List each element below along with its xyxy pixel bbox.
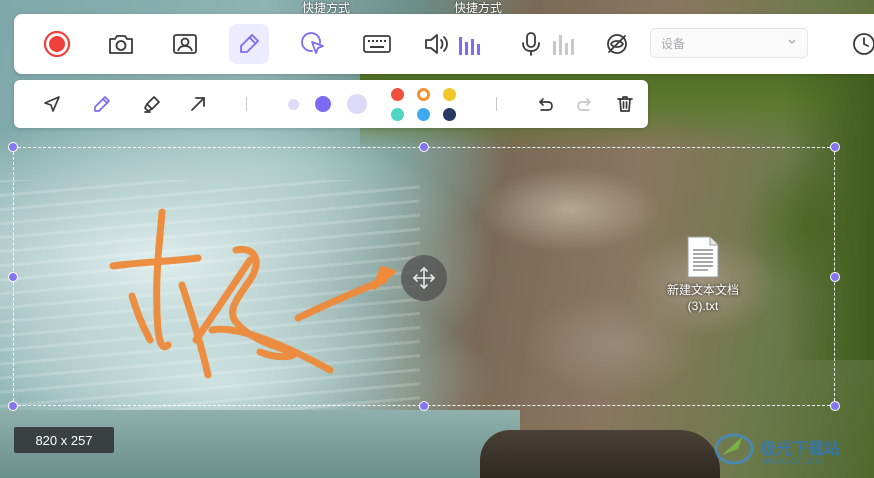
cursor-effect-button[interactable] xyxy=(293,24,333,64)
brush-size-large[interactable] xyxy=(347,94,367,114)
watermark-url: www.xz7.com xyxy=(762,456,824,467)
clear-button[interactable] xyxy=(611,90,639,118)
draw-button[interactable] xyxy=(229,24,269,64)
resize-handle-top-left[interactable] xyxy=(8,142,18,152)
brush-size-medium[interactable] xyxy=(315,96,331,112)
resize-handle-top[interactable] xyxy=(419,142,429,152)
timer-button[interactable] xyxy=(844,24,874,64)
resize-handle-bottom[interactable] xyxy=(419,401,429,411)
microphone-icon xyxy=(522,32,574,56)
move-handle[interactable] xyxy=(401,255,447,301)
main-toolbar: 设备 xyxy=(14,14,874,74)
marker-tool-button[interactable] xyxy=(138,90,166,118)
device-select-placeholder: 设备 xyxy=(661,36,686,51)
drawing-toolbar xyxy=(14,80,648,128)
color-swatch-blue[interactable] xyxy=(417,108,430,121)
screenshot-button[interactable] xyxy=(101,24,141,64)
move-arrows-icon xyxy=(413,267,435,289)
mic-level-bars-icon xyxy=(553,35,574,55)
resize-handle-top-right[interactable] xyxy=(830,142,840,152)
webcam-button[interactable] xyxy=(165,24,205,64)
undo-icon xyxy=(539,98,553,111)
audio-level-bars-icon xyxy=(459,37,480,55)
watermark: 极光下载站 www.xz7.com xyxy=(712,424,872,470)
system-audio-button[interactable] xyxy=(421,24,491,64)
keystroke-button[interactable] xyxy=(357,24,397,64)
pencil-icon xyxy=(94,96,110,112)
pencil-tool-button[interactable] xyxy=(88,90,116,118)
color-swatch-teal[interactable] xyxy=(391,108,404,121)
camera-icon xyxy=(109,35,133,54)
select-tool-button[interactable] xyxy=(38,90,66,118)
resize-handle-left[interactable] xyxy=(8,272,18,282)
hide-toolbar-button[interactable] xyxy=(597,24,637,64)
selection-dimensions: 820 x 257 xyxy=(14,427,114,453)
divider xyxy=(496,97,497,111)
clock-icon xyxy=(853,33,874,55)
marker-icon xyxy=(144,96,160,113)
watermark-logo-icon xyxy=(714,433,754,465)
webcam-icon xyxy=(173,34,197,54)
record-button[interactable] xyxy=(37,24,77,64)
record-icon xyxy=(43,30,71,58)
pen-icon xyxy=(240,34,259,53)
cursor-click-icon xyxy=(301,32,324,54)
color-swatch-red[interactable] xyxy=(391,88,404,101)
color-swatch-yellow[interactable] xyxy=(443,88,456,101)
microphone-button[interactable] xyxy=(517,24,583,64)
color-swatch-orange[interactable] xyxy=(417,88,430,101)
redo-button[interactable] xyxy=(571,90,599,118)
arrow-tool-button[interactable] xyxy=(184,90,212,118)
keyboard-icon xyxy=(363,35,391,53)
undo-button[interactable] xyxy=(531,90,559,118)
eye-off-icon xyxy=(607,34,627,54)
chevron-down-icon xyxy=(788,39,796,44)
trash-icon xyxy=(617,96,633,112)
brush-size-small[interactable] xyxy=(288,99,299,110)
resize-handle-bottom-right[interactable] xyxy=(830,401,840,411)
arrow-cursor-icon xyxy=(44,96,60,112)
speaker-icon xyxy=(425,34,480,55)
arrow-line-icon xyxy=(191,97,205,111)
color-swatch-navy[interactable] xyxy=(443,108,456,121)
resize-handle-right[interactable] xyxy=(830,272,840,282)
redo-icon xyxy=(577,98,591,111)
resize-handle-bottom-left[interactable] xyxy=(8,401,18,411)
divider xyxy=(246,97,247,111)
device-select[interactable]: 设备 xyxy=(650,28,808,58)
